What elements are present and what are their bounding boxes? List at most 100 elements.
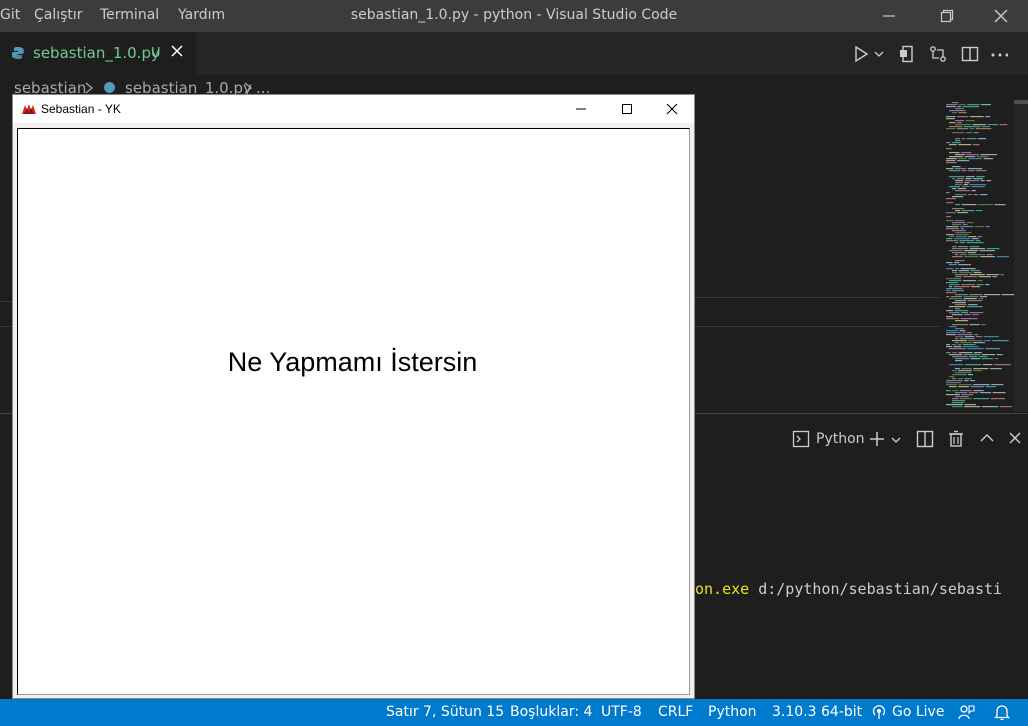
tk-maximize-button[interactable] xyxy=(604,95,650,123)
minimap-line xyxy=(969,184,987,186)
minimap-line xyxy=(957,334,973,336)
minimap-line xyxy=(952,270,958,272)
minimap-line xyxy=(955,232,972,234)
tk-feather-icon xyxy=(22,104,36,114)
minimap-line xyxy=(960,342,972,344)
minimap-line xyxy=(976,176,985,178)
new-terminal-icon[interactable] xyxy=(868,430,886,448)
more-actions-icon[interactable] xyxy=(990,45,1008,63)
minimap-line xyxy=(975,336,982,338)
minimap-line xyxy=(946,318,960,320)
minimap-line xyxy=(966,138,977,140)
minimap-line xyxy=(963,298,977,300)
minimap-line xyxy=(970,358,981,360)
tk-close-button[interactable] xyxy=(649,95,695,123)
minimap-line xyxy=(955,234,969,236)
minimap-line xyxy=(952,314,963,316)
minimap-line xyxy=(959,242,966,244)
compare-changes-icon[interactable] xyxy=(929,45,947,63)
minimap-line xyxy=(955,242,959,244)
tk-prompt-label: Ne Yapmamı İstersin xyxy=(227,347,478,377)
minimap-line xyxy=(966,242,984,244)
untracked-badge: U xyxy=(151,46,161,61)
minimap-line xyxy=(962,280,977,282)
minimap[interactable] xyxy=(944,100,1016,412)
status-interpreter[interactable]: 3.10.3 64-bit xyxy=(772,704,862,720)
minimap-line xyxy=(955,194,967,196)
close-panel-icon[interactable] xyxy=(1008,431,1022,445)
minimap-line xyxy=(975,210,983,212)
minimap-line xyxy=(955,360,963,362)
status-indentation[interactable]: Boşluklar: 4 xyxy=(510,704,592,720)
chevron-up-icon[interactable] xyxy=(980,431,994,445)
minimap-line xyxy=(963,296,979,298)
tab-sebastian[interactable]: sebastian_1.0.py U xyxy=(0,32,196,75)
minimap-line xyxy=(946,104,958,106)
tab-bar: sebastian_1.0.py U xyxy=(0,32,1028,75)
minimap-line xyxy=(961,186,970,188)
status-encoding[interactable]: UTF-8 xyxy=(601,704,642,720)
minimap-line xyxy=(966,154,979,156)
status-eol[interactable]: CRLF xyxy=(658,704,693,720)
minimap-line xyxy=(992,276,997,278)
minimap-line xyxy=(966,176,975,178)
minimap-line xyxy=(965,120,975,122)
minimap-line xyxy=(946,142,951,144)
status-language[interactable]: Python xyxy=(708,704,757,720)
minimap-line xyxy=(952,132,965,134)
status-go-live[interactable]: Go Live xyxy=(892,704,944,720)
minimap-line xyxy=(964,404,976,406)
panel-toolbar: Python xyxy=(768,428,1028,450)
minimap-line xyxy=(963,126,981,128)
split-editor-icon[interactable] xyxy=(961,45,979,63)
minimap-line xyxy=(994,204,1006,206)
minimap-line xyxy=(980,392,992,394)
minimap-line xyxy=(949,122,956,124)
minimap-line xyxy=(978,138,987,140)
close-tab-icon[interactable] xyxy=(170,44,184,58)
minimize-button[interactable] xyxy=(866,0,912,32)
minimap-line xyxy=(955,140,961,142)
terminal-selector[interactable]: Python xyxy=(792,428,865,450)
minimap-line xyxy=(961,204,977,206)
minimap-line xyxy=(946,234,955,236)
minimap-line xyxy=(1001,294,1014,296)
split-terminal-icon[interactable] xyxy=(916,430,934,448)
minimap-line xyxy=(967,252,977,254)
minimap-line xyxy=(985,284,990,286)
restore-button[interactable] xyxy=(924,0,970,32)
minimap-line xyxy=(959,390,972,392)
minimap-line xyxy=(957,188,967,190)
minimap-line xyxy=(996,256,1010,258)
minimap-line xyxy=(981,354,996,356)
tk-titlebar[interactable]: Sebastian - YK xyxy=(13,95,694,123)
minimap-line xyxy=(952,406,963,408)
minimap-line xyxy=(955,336,964,338)
minimap-line xyxy=(946,262,953,264)
minimap-line xyxy=(949,286,953,288)
minimap-line xyxy=(969,248,986,250)
editor-scrollbar[interactable] xyxy=(1014,100,1028,412)
minimap-line xyxy=(958,264,971,266)
minimap-line xyxy=(978,356,988,358)
minimap-line xyxy=(956,178,964,180)
minimap-line xyxy=(953,238,971,240)
minimap-line xyxy=(958,344,962,346)
chevron-down-icon[interactable] xyxy=(874,49,892,67)
minimap-line xyxy=(952,248,969,250)
tk-minimize-button[interactable] xyxy=(558,95,604,123)
close-window-button[interactable] xyxy=(978,0,1024,32)
minimap-line xyxy=(955,204,961,206)
minimap-line xyxy=(955,268,960,270)
minimap-line xyxy=(961,138,966,140)
notifications-bell-icon[interactable] xyxy=(994,704,1010,720)
minimap-line xyxy=(954,262,960,264)
run-icon[interactable] xyxy=(852,45,870,63)
status-cursor-position[interactable]: Satır 7, Sütun 15 xyxy=(386,704,504,720)
open-changes-icon[interactable] xyxy=(898,45,916,63)
trash-icon[interactable] xyxy=(947,430,965,448)
chevron-down-icon[interactable] xyxy=(891,435,901,445)
minimap-line xyxy=(958,386,969,388)
minimap-line xyxy=(954,168,967,170)
feedback-icon[interactable] xyxy=(958,704,975,720)
